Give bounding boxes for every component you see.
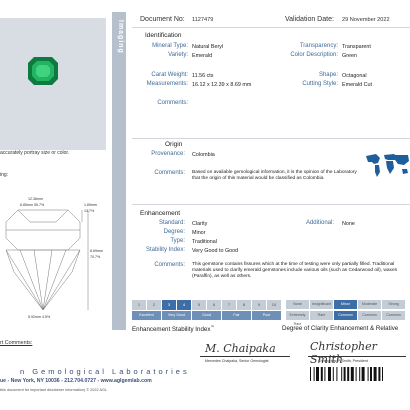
stability-index-number: 6 — [207, 300, 221, 310]
stability-index-category: Fair — [222, 311, 251, 320]
degree-scale-frequency: Common — [334, 311, 357, 320]
diagram-label-crown-pct: 13.7% — [84, 209, 95, 213]
enhancement-comments-text: This gemstone contains fissures which at… — [192, 262, 398, 280]
stability-index-category: Very Good — [162, 311, 191, 320]
stability-index-number: 2 — [147, 300, 161, 310]
stability-index-number: 4 — [177, 300, 191, 310]
origin-comments-label: Comments: — [154, 170, 185, 176]
diagram-label-top: 12.36mm — [28, 197, 43, 201]
carat-weight-label: Carat Weight: — [151, 72, 188, 78]
laboratory-address: ue - New York, NY 10036 - 212.704.0727 -… — [0, 378, 152, 384]
standard-value: Clarity — [192, 221, 208, 227]
origin-divider — [132, 204, 410, 205]
emerald-gem-image — [28, 57, 58, 85]
stability-index-category: Poor — [252, 311, 281, 320]
degree-scale-level: Strong — [382, 300, 405, 309]
standard-label: Standard: — [158, 220, 185, 226]
stability-index-value: Very Good to Good — [192, 248, 239, 254]
degree-scale-level: Moderate — [358, 300, 381, 309]
cutting-style-label: Cutting Style: — [302, 81, 338, 87]
world-map-icon — [364, 150, 410, 180]
laboratory-disclaimer: this document for important disclaimer i… — [0, 388, 108, 392]
signature-line-right — [308, 356, 406, 357]
additional-value: None — [342, 221, 355, 227]
diagram-label-culet: 5.92mm 4.5% — [28, 315, 51, 319]
stability-index-number: 7 — [222, 300, 236, 310]
type-label: Type: — [170, 238, 185, 244]
header-divider — [132, 27, 410, 28]
cutting-style-value: Emerald Cut — [342, 82, 372, 88]
provenance-label: Provenance: — [151, 151, 185, 157]
document-barcode — [310, 367, 383, 381]
variety-value: Emerald — [192, 53, 213, 59]
proportion-diagram: 12.36mm 6.85mm 55.7% 1.69mm 13.7% 8.69mm… — [5, 197, 103, 319]
degree-scale-frequency: Common — [382, 311, 405, 320]
transparency-label: Transparency: — [299, 43, 338, 49]
enhancement-comments-label: Comments: — [154, 262, 185, 268]
measurements-value: 16.12 x 12.39 x 8.69 mm — [192, 82, 252, 88]
additional-label: Additional: — [305, 220, 334, 226]
color-description-value: Green — [342, 53, 357, 59]
shape-label: Shape: — [318, 72, 338, 78]
degree-scale-frequency: Extremely Rare — [286, 311, 309, 326]
report-comments-heading: rt Comments: — [0, 340, 33, 346]
ribbon-label: Imaging — [117, 20, 124, 54]
stability-index-number: 8 — [237, 300, 251, 310]
president-name: Christopher P. Smith, President — [318, 359, 368, 363]
identification-comments-label: Comments: — [157, 100, 188, 106]
stability-index-category: Excellent — [132, 311, 161, 320]
degree-scale-level: None — [286, 300, 309, 309]
degree-label: Degree: — [163, 229, 185, 235]
diagram-label-depth: 8.69mm — [90, 249, 103, 253]
identification-title: Identification — [145, 32, 182, 39]
stability-index-number: 9 — [252, 300, 266, 310]
laboratory-name: n Gemological Laboratories — [20, 367, 190, 376]
provenance-value: Colombia — [192, 152, 215, 158]
degree-scale-level: Insignificant — [310, 300, 333, 309]
diagram-label-depth-pct: 70.7% — [90, 255, 101, 259]
shape-value: Octagonal — [342, 73, 367, 79]
mineral-type-label: Mineral Type: — [152, 43, 188, 49]
stability-index-category: Good — [192, 311, 221, 320]
diagram-label-crown-depth: 1.69mm — [84, 203, 97, 207]
degree-scale-level: Minor — [334, 300, 357, 309]
origin-title: Origin — [165, 141, 183, 148]
variety-label: Variety: — [168, 52, 188, 58]
imaging-ribbon: Imaging — [112, 12, 126, 330]
transparency-value: Transparent — [342, 44, 371, 50]
diagram-heading: ing: — [0, 172, 9, 178]
degree-scale-frequency: Common — [358, 311, 381, 320]
stability-index-number: 3 — [162, 300, 176, 310]
senior-gemologist-name: Mercedes Chaipaka, Senior Gemologist — [205, 359, 269, 363]
origin-comments-text: Based on available gemological informati… — [192, 170, 357, 182]
degree-scale-caption: Degree of Clarity Enhancement & Relative — [282, 325, 399, 332]
identification-divider — [132, 138, 410, 139]
mineral-type-value: Natural Beryl — [192, 44, 224, 50]
stability-index-number: 5 — [192, 300, 206, 310]
validation-date-label: Validation Date: — [285, 16, 334, 23]
document-number: 1127479 — [192, 17, 214, 23]
degree-scale-frequency: Rare — [310, 311, 333, 320]
carat-weight-value: 11.56 cts — [192, 73, 214, 79]
trademark-symbol: ™ — [210, 325, 215, 329]
signature-line-left — [200, 356, 290, 357]
stability-index-caption: Enhancement Stability Index™ — [132, 325, 214, 333]
stability-index-caption-text: Enhancement Stability Index — [132, 326, 211, 334]
enhancement-title: Enhancement — [140, 210, 181, 217]
degree-value: Minor — [192, 230, 206, 236]
validation-date: 29 November 2022 — [342, 17, 390, 23]
diagram-label-table: 6.85mm 55.7% — [20, 203, 45, 207]
photo-note: accurately portray size or color. — [0, 150, 70, 156]
stability-index-label: Stability Index: — [145, 247, 185, 253]
color-description-label: Color Description: — [290, 52, 338, 58]
stability-index-scale: 1 2 3 4 5 6 7 8 9 10 Excellent Very Good Good Fair Po… — [132, 300, 282, 322]
stability-index-number: 10 — [267, 300, 281, 310]
document-number-label: Document No: — [140, 16, 185, 23]
degree-of-enhancement-scale: None Insignificant Minor Moderate Strong Extr… — [286, 300, 410, 326]
stability-index-number: 1 — [132, 300, 146, 310]
measurements-label: Measurements: — [146, 81, 188, 87]
type-value: Traditional — [192, 239, 217, 245]
senior-gemologist-signature: M. Chaipaka — [205, 342, 276, 355]
